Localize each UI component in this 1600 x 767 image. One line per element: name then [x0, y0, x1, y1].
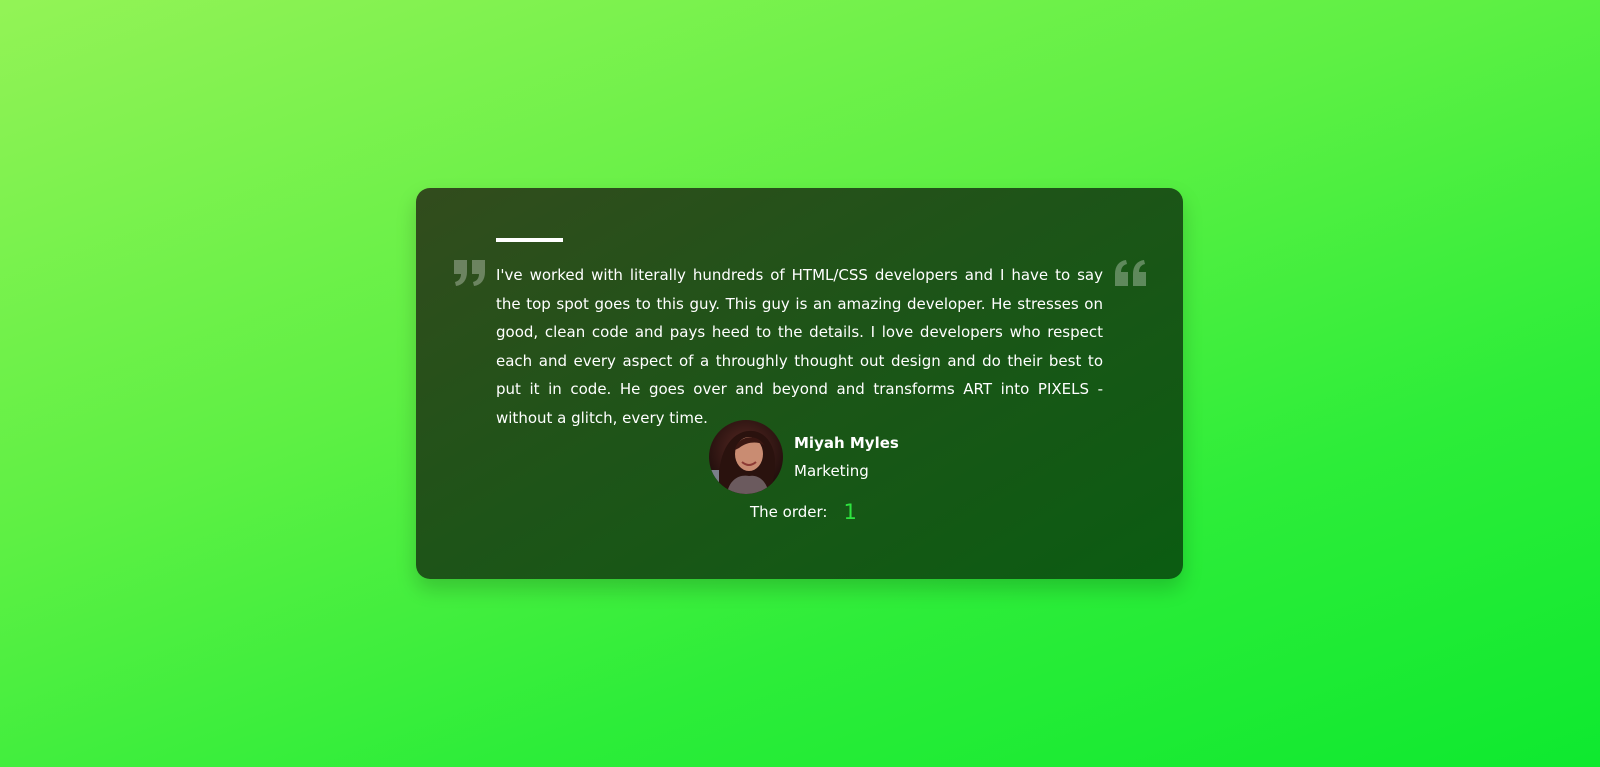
avatar — [709, 420, 783, 494]
testimonial-card: I've worked with literally hundreds of H… — [416, 188, 1183, 579]
user-info: Miyah Myles Marketing — [709, 420, 899, 494]
order-indicator: The order: 1 — [750, 500, 857, 524]
progress-bar — [496, 238, 563, 242]
quote-open-icon — [1114, 260, 1146, 286]
order-label: The order: — [750, 503, 828, 521]
order-value: 1 — [843, 500, 857, 524]
user-role: Marketing — [794, 462, 869, 480]
username: Miyah Myles — [794, 434, 899, 452]
testimonial-text: I've worked with literally hundreds of H… — [496, 266, 1103, 427]
user-details: Miyah Myles Marketing — [794, 434, 899, 480]
quote-close-icon — [454, 260, 486, 286]
